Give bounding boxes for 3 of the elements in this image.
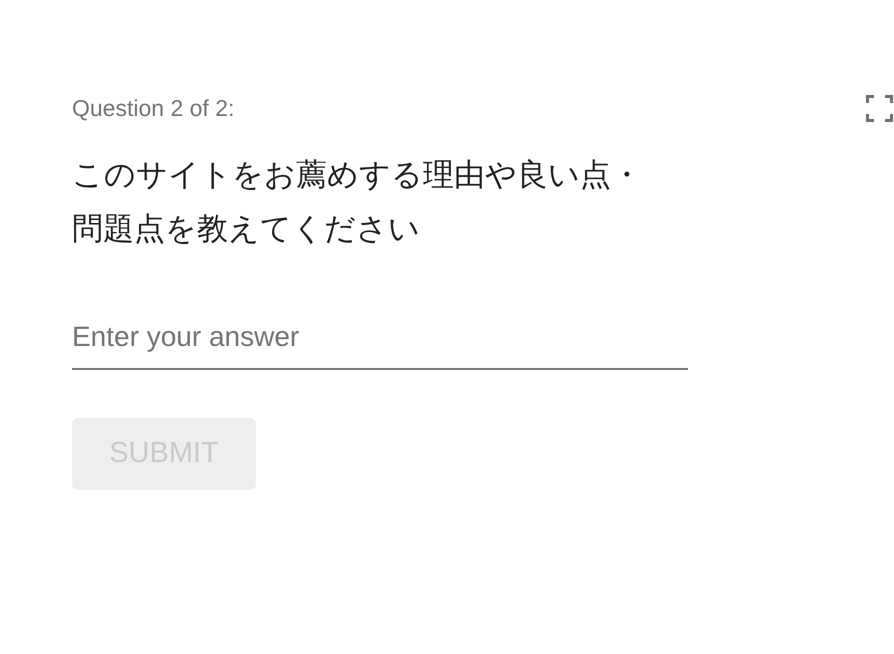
question-counter: Question 2 of 2: [72,94,234,123]
question-text: このサイトをお薦めする理由や良い点・問題点を教えてください [72,156,643,249]
fullscreen-icon[interactable] [866,95,893,122]
